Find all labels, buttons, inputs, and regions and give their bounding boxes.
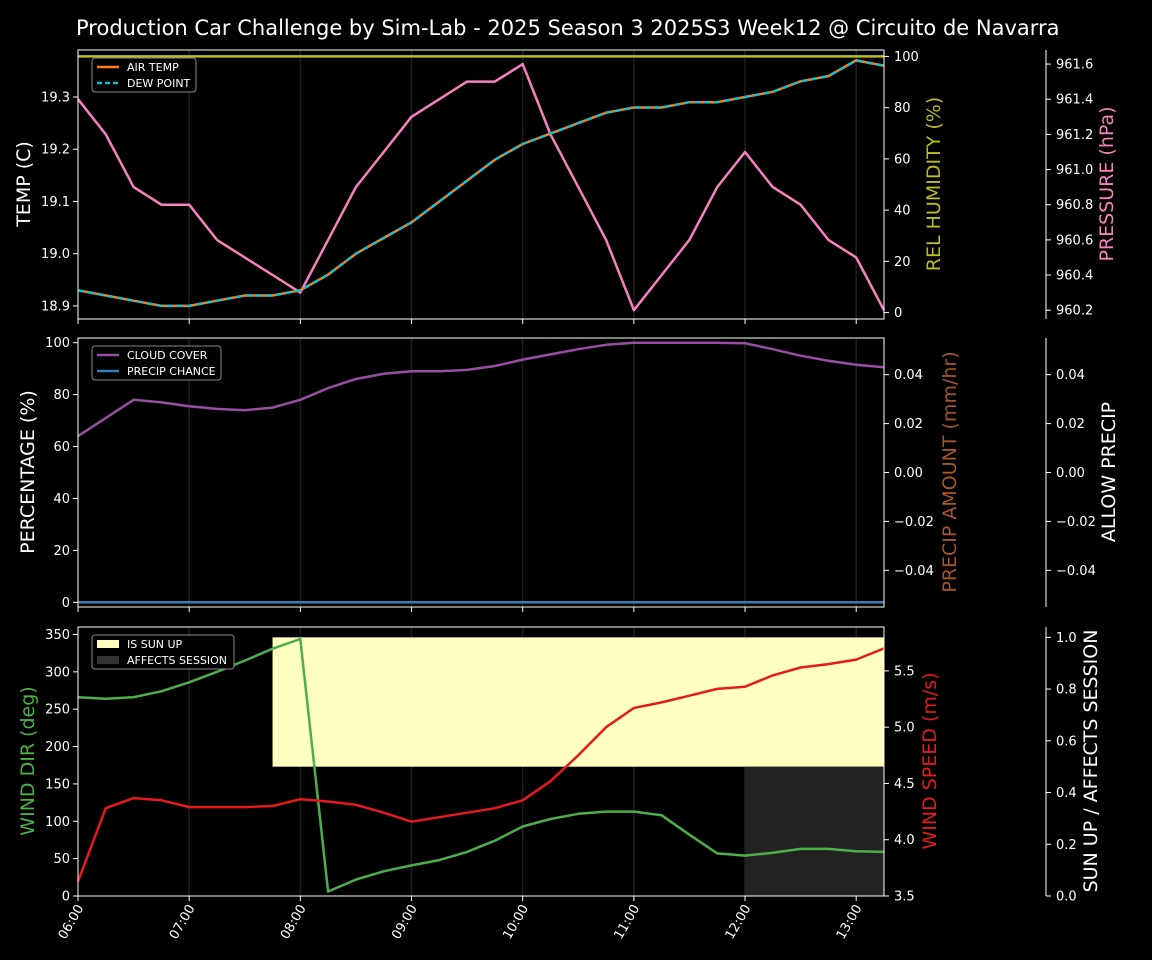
legend-panel-3: IS SUN UP AFFECTS SESSION: [91, 634, 235, 670]
temp-axis-tick-label: 19.3: [41, 91, 70, 106]
humidity-axis-tick-label: 60: [894, 152, 911, 167]
temp-axis-tick-label: 19.2: [41, 143, 70, 158]
pressure-axis-tick-label: 960.8: [1056, 198, 1093, 213]
pressure-axis-tick-label: 960.6: [1056, 233, 1093, 248]
humidity-axis-tick-label: 80: [894, 101, 911, 116]
allow-precip-axis-tick-label: 0.02: [1056, 417, 1085, 432]
wind-speed-axis-tick-label: 4.5: [894, 777, 915, 792]
sun-affects-axis-tick-label: 0.2: [1056, 838, 1077, 853]
pressure-axis-tick-label: 960.2: [1056, 304, 1093, 319]
legend-precip-chance: PRECIP CHANCE: [127, 365, 216, 378]
legend-cloud-cover: CLOUD COVER: [127, 349, 208, 362]
percentage-axis-tick-label: 100: [45, 336, 70, 351]
humidity-axis-tick-label: 40: [894, 204, 911, 219]
wind-dir-axis-tick-label: 100: [45, 815, 70, 830]
allow-precip-axis-tick-label: 0.00: [1056, 466, 1085, 481]
weather-chart: Production Car Challenge by Sim-Lab - 20…: [0, 0, 1152, 960]
wind-speed-axis-tick-label: 3.5: [894, 890, 915, 905]
wind-dir-axis-tick-label: 250: [45, 703, 70, 718]
precip-amount-axis-label: PRECIP AMOUNT (mm/hr): [939, 351, 961, 592]
legend-air-temp: AIR TEMP: [127, 61, 179, 74]
legend-panel-2: CLOUD COVER PRECIP CHANCE: [91, 345, 222, 381]
humidity-axis-tick-label: 20: [894, 255, 911, 270]
percentage-axis-tick-label: 80: [53, 388, 70, 403]
pressure-axis-tick-label: 961.0: [1056, 163, 1093, 178]
precip-amount-axis-tick-label: 0.02: [894, 417, 923, 432]
percentage-axis-label: PERCENTAGE (%): [17, 390, 39, 554]
sun-affects-axis-tick-label: 0.6: [1056, 734, 1077, 749]
precip-amount-axis-tick-label: −0.02: [894, 515, 934, 530]
wind-dir-axis-tick-label: 350: [45, 628, 70, 643]
pressure-axis-tick-label: 961.6: [1056, 58, 1093, 73]
wind-speed-axis-tick-label: 5.0: [894, 721, 915, 736]
sun-affects-axis-tick-label: 0.0: [1056, 890, 1077, 905]
wind-dir-axis-tick-label: 50: [53, 852, 70, 867]
wind-dir-axis-tick-label: 150: [45, 777, 70, 792]
wind-speed-axis-label: WIND SPEED (m/s): [919, 672, 941, 849]
sun-affects-axis-tick-label: 1.0: [1056, 631, 1077, 646]
percentage-axis-tick-label: 60: [53, 440, 70, 455]
wind-dir-axis-tick-label: 300: [45, 665, 70, 680]
pressure-axis-tick-label: 961.2: [1056, 128, 1093, 143]
percentage-axis-tick-label: 40: [53, 492, 70, 507]
precip-amount-axis-tick-label: 0.00: [894, 466, 923, 481]
percentage-axis-tick-label: 20: [53, 544, 70, 559]
humidity-axis-tick-label: 100: [894, 50, 919, 65]
wind-dir-axis-label: WIND DIR (deg): [17, 686, 39, 835]
temp-axis-tick-label: 19.1: [41, 195, 70, 210]
affects-session-region: [745, 766, 884, 896]
legend-affects-session-swatch: [97, 656, 119, 664]
wind-speed-axis-tick-label: 4.0: [894, 833, 915, 848]
sun-affects-axis-label: SUN UP / AFFECTS SESSION: [1080, 630, 1102, 893]
allow-precip-axis-tick-label: 0.04: [1056, 368, 1085, 383]
sun-affects-axis-tick-label: 0.8: [1056, 683, 1077, 698]
temp-axis-tick-label: 18.9: [41, 299, 70, 314]
legend-dew-point: DEW POINT: [127, 77, 191, 90]
sun-up-region: [272, 637, 884, 767]
temp-axis-label: TEMP (C): [13, 141, 35, 228]
pressure-axis-tick-label: 961.4: [1056, 93, 1093, 108]
allow-precip-axis-label: ALLOW PRECIP: [1098, 402, 1120, 542]
legend-sun-up-swatch: [97, 640, 119, 648]
legend-sun-up: IS SUN UP: [127, 638, 183, 651]
legend-affects-session: AFFECTS SESSION: [127, 654, 227, 667]
legend-panel-1: AIR TEMP DEW POINT: [91, 57, 197, 93]
wind-speed-axis-tick-label: 5.5: [894, 664, 915, 679]
sun-affects-axis-tick-label: 0.4: [1056, 786, 1077, 801]
pressure-axis-label: PRESSURE (hPa): [1096, 106, 1118, 261]
humidity-axis-tick-label: 0: [894, 306, 902, 321]
precip-amount-axis-tick-label: 0.04: [894, 368, 923, 383]
pressure-axis-tick-label: 960.4: [1056, 269, 1093, 284]
allow-precip-axis-tick-label: −0.02: [1056, 515, 1096, 530]
wind-dir-axis-tick-label: 200: [45, 740, 70, 755]
wind-dir-axis-tick-label: 0: [62, 890, 70, 905]
humidity-axis-label: REL HUMIDITY (%): [923, 97, 945, 271]
percentage-axis-tick-label: 0: [62, 596, 70, 611]
temp-axis-tick-label: 19.0: [41, 247, 70, 262]
chart-title: Production Car Challenge by Sim-Lab - 20…: [76, 16, 1060, 40]
precip-amount-axis-tick-label: −0.04: [894, 564, 934, 579]
allow-precip-axis-tick-label: −0.04: [1056, 564, 1096, 579]
